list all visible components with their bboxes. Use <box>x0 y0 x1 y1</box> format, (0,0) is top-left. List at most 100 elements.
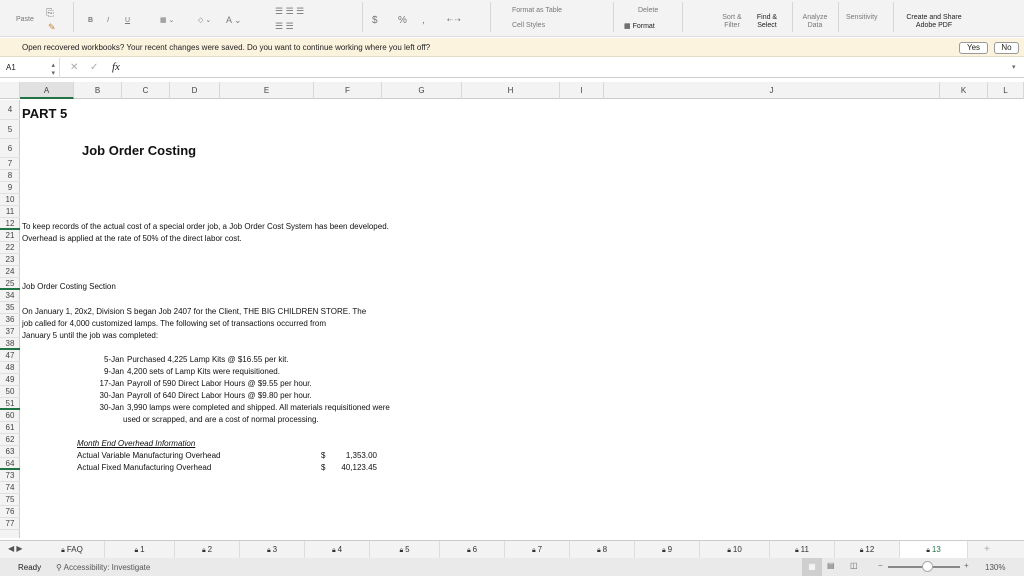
row-header[interactable]: 37 <box>0 326 20 338</box>
row-header[interactable]: 21 <box>0 230 20 242</box>
row-header[interactable]: 12 <box>0 218 20 230</box>
row-header[interactable]: 22 <box>0 242 20 254</box>
column-header[interactable]: H <box>462 82 560 99</box>
sheet-tab[interactable]: 🔒︎ 9 <box>635 541 700 559</box>
sensitivity-button[interactable]: Sensitivity <box>846 14 878 21</box>
comma-button[interactable]: , <box>422 15 425 26</box>
row-header[interactable]: 64 <box>0 458 20 470</box>
sheet-tab[interactable]: 🔒︎ 7 <box>505 541 570 559</box>
bold-button[interactable]: B <box>88 17 93 24</box>
sheet-tab[interactable]: 🔒︎ 6 <box>440 541 505 559</box>
sheet-tab[interactable]: 🔒︎ 3 <box>240 541 305 559</box>
row-header[interactable]: 76 <box>0 506 20 518</box>
zoom-out-button[interactable]: − <box>878 561 883 570</box>
page-break-icon[interactable]: ◫ <box>850 561 858 570</box>
align-icon[interactable]: ☰ ☰ ☰ <box>275 6 304 17</box>
row-header[interactable]: 61 <box>0 422 20 434</box>
page-layout-icon[interactable]: ▤ <box>827 561 835 570</box>
sheet-tab[interactable]: 🔒︎ 5 <box>370 541 440 559</box>
sheet-tab[interactable]: 🔒︎ 13 <box>900 541 968 559</box>
row-header[interactable]: 75 <box>0 494 20 506</box>
sheet-tab[interactable]: 🔒︎ 10 <box>700 541 770 559</box>
sheet-tab[interactable]: 🔒︎ FAQ <box>40 541 105 559</box>
underline-button[interactable]: U <box>125 17 130 24</box>
yes-button[interactable]: Yes <box>959 42 988 54</box>
column-header[interactable]: E <box>220 82 314 99</box>
fill-color-icon[interactable]: ◇ ⌄ <box>198 16 211 24</box>
row-header[interactable]: 38 <box>0 338 20 350</box>
delete-button[interactable]: Delete <box>638 7 658 14</box>
paste-button[interactable]: Paste <box>16 16 34 23</box>
row-header[interactable]: 49 <box>0 374 20 386</box>
add-sheet-button[interactable]: + <box>984 544 990 555</box>
tab-scroll-arrows[interactable]: ◀ ▶ <box>8 544 23 553</box>
row-header[interactable]: 77 <box>0 518 20 530</box>
row-header[interactable]: 74 <box>0 482 20 494</box>
row-header[interactable]: 4 <box>0 100 20 120</box>
row-header[interactable]: 47 <box>0 350 20 362</box>
row-header[interactable]: 6 <box>0 139 20 158</box>
format-as-table-button[interactable]: Format as Table <box>512 7 562 14</box>
column-header[interactable]: C <box>122 82 170 99</box>
enter-icon[interactable]: ✓ <box>90 62 98 73</box>
row-header[interactable]: 60 <box>0 410 20 422</box>
select-all-corner[interactable] <box>0 82 20 99</box>
no-button[interactable]: No <box>994 42 1019 54</box>
adobe-pdf-button[interactable]: Create and Share Adobe PDF <box>900 14 968 30</box>
normal-view-icon[interactable]: ▦ <box>802 558 822 576</box>
row-header[interactable]: 35 <box>0 302 20 314</box>
row-header[interactable]: 48 <box>0 362 20 374</box>
formula-input[interactable] <box>135 63 1005 75</box>
format-painter-icon[interactable]: ✎ <box>48 22 56 33</box>
row-header[interactable]: 50 <box>0 386 20 398</box>
cell-grid[interactable]: PART 5 Job Order Costing To keep records… <box>20 100 1024 538</box>
row-header[interactable]: 62 <box>0 434 20 446</box>
italic-button[interactable]: I <box>107 17 109 24</box>
find-select-button[interactable]: Find & Select <box>754 14 780 30</box>
row-header[interactable]: 8 <box>0 170 20 182</box>
expand-formula-icon[interactable]: ▾ <box>1012 63 1016 71</box>
fx-button[interactable]: fx <box>112 61 120 73</box>
sort-filter-button[interactable]: Sort & Filter <box>720 14 744 30</box>
format-button[interactable]: ▦ Format <box>624 22 655 30</box>
row-header[interactable]: 34 <box>0 290 20 302</box>
row-header[interactable]: 63 <box>0 446 20 458</box>
name-box[interactable]: A1 ▴ ▾ <box>0 58 60 78</box>
sheet-tab[interactable]: 🔒︎ 8 <box>570 541 635 559</box>
sheet-tab[interactable]: 🔒︎ 11 <box>770 541 835 559</box>
row-header[interactable]: 25 <box>0 278 20 290</box>
percent-button[interactable]: % <box>398 15 407 26</box>
currency-button[interactable]: $ <box>372 15 378 26</box>
column-header[interactable]: G <box>382 82 462 99</box>
borders-icon[interactable]: ▦ ⌄ <box>160 16 174 24</box>
decimal-icon[interactable]: ⇠ ⇢ <box>447 16 461 24</box>
indent-icon[interactable]: ☰ ☰ <box>275 21 294 32</box>
accessibility-status[interactable]: ⚲ Accessibility: Investigate <box>56 563 150 572</box>
column-header[interactable]: D <box>170 82 220 99</box>
row-header[interactable]: 7 <box>0 158 20 170</box>
row-header[interactable]: 9 <box>0 182 20 194</box>
row-header[interactable]: 36 <box>0 314 20 326</box>
column-header[interactable]: A <box>20 82 74 99</box>
column-header[interactable]: B <box>74 82 122 99</box>
sheet-tab[interactable]: 🔒︎ 4 <box>305 541 370 559</box>
sheet-tab[interactable]: 🔒︎ 2 <box>175 541 240 559</box>
column-header[interactable]: I <box>560 82 604 99</box>
sheet-tab[interactable]: 🔒︎ 1 <box>105 541 175 559</box>
row-header[interactable]: 5 <box>0 120 20 139</box>
column-header[interactable]: F <box>314 82 382 99</box>
sheet-tab[interactable]: 🔒︎ 12 <box>835 541 900 559</box>
row-header[interactable]: 51 <box>0 398 20 410</box>
copy-icon[interactable]: ⎘ <box>46 8 54 19</box>
column-header[interactable]: J <box>604 82 940 99</box>
row-header[interactable]: 73 <box>0 470 20 482</box>
row-header[interactable]: 11 <box>0 206 20 218</box>
analyze-data-button[interactable]: Analyze Data <box>800 14 830 30</box>
zoom-in-button[interactable]: + <box>964 561 969 570</box>
font-color-icon[interactable]: A ⌄ <box>226 15 242 26</box>
row-header[interactable]: 24 <box>0 266 20 278</box>
cancel-icon[interactable]: ✕ <box>70 62 78 73</box>
row-header[interactable]: 10 <box>0 194 20 206</box>
cell-styles-button[interactable]: Cell Styles <box>512 22 545 29</box>
column-header[interactable]: L <box>988 82 1024 99</box>
